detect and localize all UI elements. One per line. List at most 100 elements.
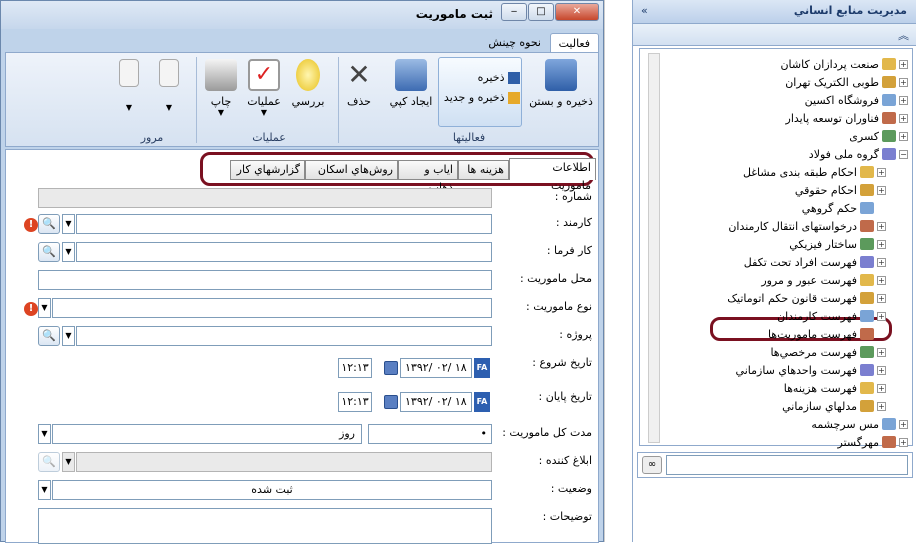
filter-input[interactable]	[666, 455, 908, 475]
tree-item[interactable]: + صنعت پردازان کاشان	[668, 55, 908, 73]
expander-icon[interactable]: +	[899, 95, 908, 105]
calendar-icon[interactable]	[384, 361, 398, 375]
save-new-button[interactable]: ذخيره و جديد	[442, 91, 520, 104]
location-field[interactable]	[38, 270, 492, 290]
tab-accommodation[interactable]: روش‌هاي اسکان	[305, 160, 398, 180]
print-button[interactable]: چاپ ▼	[202, 59, 240, 117]
binoculars-icon[interactable]: ∞	[642, 456, 662, 474]
expander-icon[interactable]: +	[877, 383, 886, 393]
expander-icon[interactable]: +	[899, 113, 908, 123]
print-dropdown-icon: ▼	[217, 108, 225, 117]
tree-item[interactable]: + احکام حقوقي	[668, 181, 886, 199]
expander-icon[interactable]: +	[899, 437, 908, 447]
expander-icon[interactable]: +	[899, 131, 908, 141]
tab-layout[interactable]: نحوه چينش	[480, 33, 549, 53]
expander-icon[interactable]: +	[899, 419, 908, 429]
review-button[interactable]: بررسي	[288, 59, 328, 108]
calendar-icon[interactable]	[384, 395, 398, 409]
tab-mission-info[interactable]: اطلاعات ماموريت	[509, 158, 596, 192]
end-date-field[interactable]: ۱۳۹۲/ ۰۲/ ۱۸	[400, 392, 472, 412]
expander-icon[interactable]: +	[877, 365, 886, 375]
tree-item[interactable]: + فهرست کارمندان	[668, 307, 886, 325]
tree-item[interactable]: + فهرست افراد تحت تکفل	[668, 253, 886, 271]
operations-button[interactable]: ✓ عمليات ▼	[244, 59, 284, 117]
employer-search-button[interactable]: 🔍	[38, 242, 60, 262]
minimize-button[interactable]: ‒	[501, 3, 527, 21]
tree-item[interactable]: + فهرست مرخصي‌ها	[668, 343, 886, 361]
duration-unit-dropdown[interactable]: ▼	[38, 424, 51, 444]
tree-item[interactable]: + فروشگاه اکسين	[668, 91, 908, 109]
tree-item[interactable]: + مهرگستر	[668, 433, 908, 451]
tree-item[interactable]: + فهرست قانون حکم اتوماتيک	[668, 289, 886, 307]
save-close-button[interactable]: ذخيره و بستن	[526, 59, 596, 108]
employee-search-button[interactable]: 🔍	[38, 214, 60, 234]
browse-prev-button[interactable]: ▼	[112, 59, 146, 112]
expander-icon[interactable]: +	[899, 59, 908, 69]
tab-costs[interactable]: هزينه ها	[458, 160, 509, 180]
description-field[interactable]	[38, 508, 492, 544]
tree-item[interactable]: + مس سرچشمه	[668, 415, 908, 433]
tree-item[interactable]: + فهرست واحدهاي سازماني	[668, 361, 886, 379]
expander-icon[interactable]: +	[877, 185, 886, 195]
employee-field[interactable]	[76, 214, 492, 234]
expander-icon[interactable]: +	[877, 347, 886, 357]
duration-value-field[interactable]: •	[368, 424, 492, 444]
tree-item[interactable]: + درخواستهای انتقال کارمندان	[668, 217, 886, 235]
tab-commute[interactable]: اياب و ذهاب	[398, 160, 458, 194]
tree-item[interactable]: − گروه ملی فولاد	[668, 145, 908, 163]
expander-icon[interactable]: +	[877, 167, 886, 177]
expander-icon[interactable]: +	[877, 401, 886, 411]
folder-icon	[860, 364, 874, 376]
expander-icon[interactable]: +	[877, 275, 886, 285]
fa-badge: FA	[474, 358, 490, 378]
tree-item[interactable]: + مدلهاي سازماني	[668, 397, 886, 415]
expander-icon[interactable]: +	[899, 77, 908, 87]
create-copy-button[interactable]: ايجاد کپي	[388, 59, 434, 108]
employee-dropdown[interactable]: ▼	[62, 214, 75, 234]
tree-item[interactable]: + فهرست عبور و مرور	[668, 271, 886, 289]
close-button[interactable]: ✕	[555, 3, 599, 21]
expander-icon[interactable]: +	[877, 257, 886, 267]
start-time-field[interactable]: ۱۲:۱۳	[338, 358, 372, 378]
tree-item[interactable]: + ساختار فيزيکي	[668, 235, 886, 253]
window-title: ثبت ماموريت	[415, 7, 493, 21]
mission-type-field[interactable]	[52, 298, 492, 318]
expander-icon[interactable]: +	[877, 239, 886, 249]
status-field[interactable]: ثبت شده	[52, 480, 492, 500]
expander-icon[interactable]: +	[877, 293, 886, 303]
end-time-field[interactable]: ۱۲:۱۳	[338, 392, 372, 412]
tab-work-reports[interactable]: گزارشهاي کار	[230, 160, 305, 180]
folder-icon	[860, 238, 874, 250]
maximize-button[interactable]: □	[528, 3, 554, 21]
tree-item[interactable]: فهرست ماموريت‌ها	[668, 325, 886, 343]
status-dropdown[interactable]: ▼	[38, 480, 51, 500]
project-field[interactable]	[76, 326, 492, 346]
tree-scrollbar[interactable]	[648, 53, 660, 443]
tree-item-label: فهرست کارمندان	[777, 309, 857, 323]
save-button[interactable]: ذخيره	[442, 71, 520, 84]
tab-activity[interactable]: فعاليت	[549, 33, 599, 53]
tree-item[interactable]: + طوبی الکتريک تهران	[668, 73, 908, 91]
project-search-button[interactable]: 🔍	[38, 326, 60, 346]
fa-badge: FA	[474, 392, 490, 412]
collapse-icon[interactable]: «	[641, 4, 648, 17]
tree-item[interactable]: + احکام طبقه بندی مشاغل	[668, 163, 886, 181]
employer-field[interactable]	[76, 242, 492, 262]
expander-icon[interactable]: +	[877, 221, 886, 231]
tree-item[interactable]: + کسری	[668, 127, 908, 145]
start-date-field[interactable]: ۱۳۹۲/ ۰۲/ ۱۸	[400, 358, 472, 378]
chevron-up-icon[interactable]: ︽	[898, 27, 909, 43]
delete-button[interactable]: ✕ حذف	[342, 59, 376, 109]
employer-dropdown[interactable]: ▼	[62, 242, 75, 262]
browse-next-button[interactable]: ▼	[152, 59, 186, 112]
tree-item[interactable]: + فهرست هزينه‌ها	[668, 379, 886, 397]
project-dropdown[interactable]: ▼	[62, 326, 75, 346]
folder-icon	[860, 256, 874, 268]
hr-panel-header: « مديريت منابع انساني	[633, 0, 916, 24]
duration-unit-field[interactable]: روز	[52, 424, 362, 444]
tree-item[interactable]: حکم گروهي	[668, 199, 886, 217]
tree-item[interactable]: + فناوران توسعه پايدار	[668, 109, 908, 127]
expander-icon[interactable]: +	[877, 311, 886, 321]
mission-type-dropdown[interactable]: ▼	[38, 298, 51, 318]
expander-icon[interactable]: −	[899, 149, 908, 159]
